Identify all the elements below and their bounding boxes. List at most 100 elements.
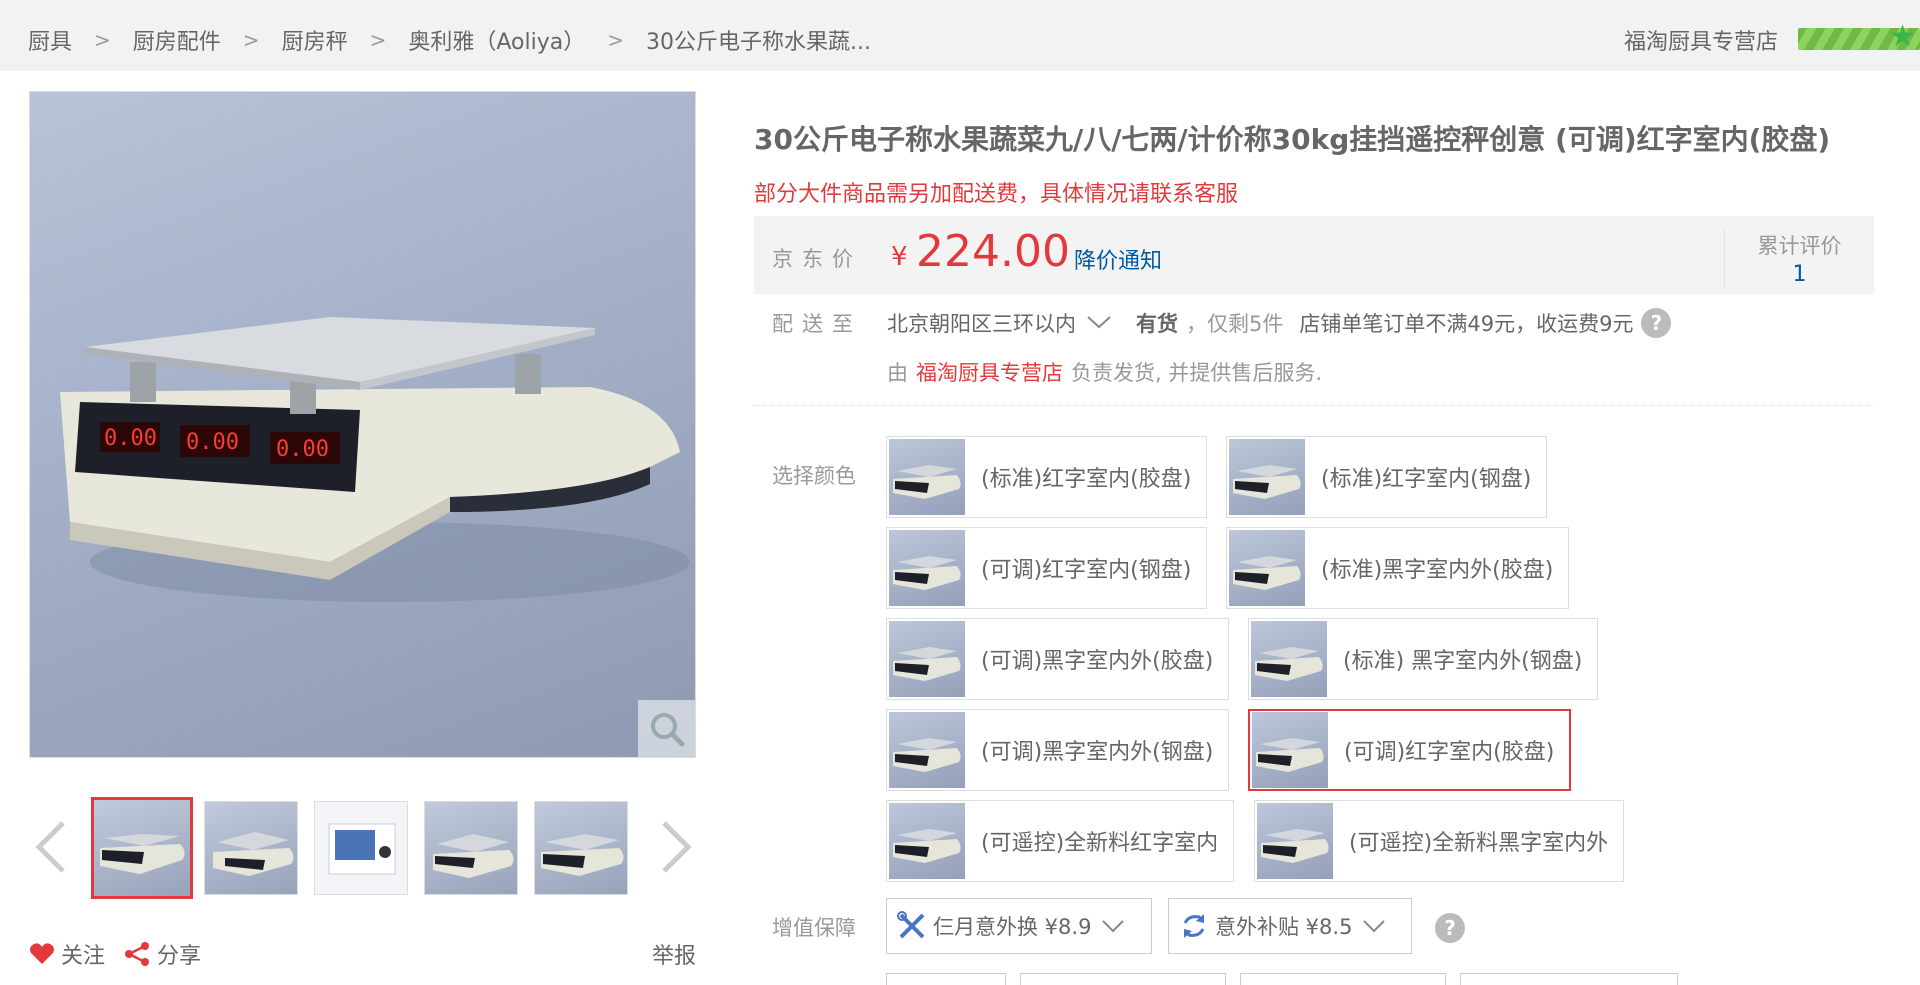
option-thumbnail — [1229, 439, 1305, 515]
partial-option[interactable] — [1240, 973, 1446, 985]
color-option-label: (可遥控)全新料红字室内 — [981, 831, 1219, 856]
chevron-right-icon[interactable] — [656, 817, 696, 877]
refresh-icon — [1179, 911, 1209, 941]
option-thumbnail — [889, 439, 965, 515]
option-thumbnail — [889, 803, 965, 879]
partial-option[interactable] — [1020, 973, 1226, 985]
thumbnail-4[interactable] — [424, 801, 518, 895]
question-icon[interactable]: ? — [1641, 308, 1672, 338]
color-option-label: (可调)黑字室内外(钢盘) — [981, 740, 1214, 765]
reviews-count[interactable]: 1 — [1725, 262, 1874, 287]
breadcrumb-item-kitchenware[interactable]: 厨具 — [28, 24, 72, 56]
address-selector[interactable]: 北京朝阳区三环以内 — [887, 308, 1076, 338]
breadcrumb-item-kitchen-scale[interactable]: 厨房秤 — [282, 24, 348, 56]
review-summary[interactable]: 累计评价 1 — [1724, 230, 1874, 288]
price-drop-notify-link[interactable]: 降价通知 — [1074, 243, 1162, 275]
share-icon — [125, 942, 149, 966]
color-option[interactable]: (可调)红字室内(钢盘) — [886, 527, 1208, 609]
heart-icon — [30, 943, 54, 964]
service-label: 意外补贴 ¥8.5 — [1215, 915, 1353, 939]
freight-note: 店铺单笔订单不满49元，收运费9元 — [1299, 312, 1634, 336]
color-option[interactable]: (可遥控)全新料黑字室内外 — [1254, 800, 1625, 882]
thumbnail-3[interactable] — [314, 801, 408, 895]
color-option[interactable]: (标准)红字室内(胶盘) — [886, 436, 1208, 518]
svg-text:0.00: 0.00 — [186, 430, 239, 455]
main-product-image[interactable]: 0.00 0.00 0.00 — [29, 91, 696, 758]
price-label: 京东价 — [772, 247, 862, 271]
breadcrumb: 厨具 > 厨房配件 > 厨房秤 > 奥利雅（Aoliya） > 30公斤电子称水… — [28, 24, 871, 56]
color-option-selected[interactable]: (可调)红字室内(胶盘) — [1248, 709, 1572, 791]
color-option-label: (可调)黑字室内外(胶盘) — [981, 649, 1214, 674]
value-added-label: 增值保障 — [772, 916, 856, 940]
promo-notice: 部分大件商品需另加配送费，具体情况请联系客服 — [754, 182, 1239, 207]
seller-service-text: 负责发货, 并提供售后服务. — [1071, 361, 1323, 385]
option-thumbnail — [1251, 621, 1327, 697]
follow-label: 关注 — [61, 944, 106, 969]
chevron-left-icon[interactable] — [31, 817, 71, 877]
seller-shop-link[interactable]: 福淘厨具专营店 — [916, 361, 1063, 385]
scale-illustration: 0.00 0.00 0.00 — [60, 317, 690, 602]
magnifier-icon — [650, 712, 684, 746]
star-icon: ★ — [1889, 19, 1916, 54]
follow-button[interactable]: 关注 — [29, 938, 105, 970]
color-option-label: (可调)红字室内(钢盘) — [981, 558, 1192, 583]
reviews-label: 累计评价 — [1757, 234, 1842, 258]
breadcrumb-separator: > — [607, 28, 624, 52]
breadcrumb-item-brand[interactable]: 奥利雅（Aoliya） — [408, 24, 585, 56]
delivery-line: 北京朝阳区三环以内 有货 ，仅剩5件 店铺单笔订单不满49元，收运费9元 ? — [887, 308, 1672, 338]
breadcrumb-item-kitchen-accessories[interactable]: 厨房配件 — [133, 24, 221, 56]
price-box: 京东价 ¥ 224.00 降价通知 累计评价 1 — [754, 216, 1874, 294]
color-option-label: (标准) 黑字室内外(钢盘) — [1343, 649, 1583, 674]
option-thumbnail — [889, 621, 965, 697]
breadcrumb-item-current: 30公斤电子称水果蔬... — [645, 30, 871, 55]
color-option[interactable]: (可遥控)全新料红字室内 — [886, 800, 1235, 882]
color-option-label: (可遥控)全新料黑字室内外 — [1349, 831, 1609, 856]
product-actions: 关注 分享 举报 — [29, 938, 696, 970]
color-option[interactable]: (可调)黑字室内外(钢盘) — [886, 709, 1230, 791]
zoom-button[interactable] — [638, 700, 695, 757]
service-option-replacement[interactable]: 仨月意外换 ¥8.9 — [886, 898, 1152, 954]
shop-name-link[interactable]: 福淘厨具专营店 — [1624, 24, 1778, 56]
color-option[interactable]: (标准)红字室内(钢盘) — [1226, 436, 1548, 518]
thumbnail-1[interactable] — [91, 797, 193, 899]
option-thumbnail — [889, 712, 965, 788]
color-option-label: (标准)红字室内(胶盘) — [981, 467, 1192, 492]
color-option-label: (可调)红字室内(胶盘) — [1344, 740, 1555, 765]
breadcrumb-separator: > — [94, 28, 111, 52]
share-button[interactable]: 分享 — [123, 938, 201, 970]
share-label: 分享 — [157, 944, 202, 969]
partial-option[interactable] — [886, 973, 1006, 985]
service-label: 仨月意外换 ¥8.9 — [933, 915, 1092, 939]
tools-icon — [897, 911, 927, 941]
report-link[interactable]: 举报 — [652, 938, 696, 970]
color-label: 选择颜色 — [772, 464, 856, 488]
color-option-label: (标准)黑字室内外(胶盘) — [1321, 558, 1554, 583]
stock-remaining: ，仅剩5件 — [1186, 312, 1284, 336]
currency-symbol: ¥ — [891, 242, 908, 272]
chevron-down-icon — [1101, 914, 1125, 938]
thumbnail-2[interactable] — [204, 801, 298, 895]
stock-status: 有货 — [1136, 312, 1178, 336]
option-thumbnail — [1252, 712, 1328, 788]
product-title: 30公斤电子称水果蔬菜九/八/七两/计价称30kg挂挡遥控秤创意 (可调)红字室… — [754, 123, 1831, 156]
option-thumbnail — [889, 530, 965, 606]
seller-prefix: 由 — [887, 361, 908, 385]
question-icon[interactable]: ? — [1435, 913, 1465, 943]
service-option-subsidy[interactable]: 意外补贴 ¥8.5 — [1168, 898, 1412, 954]
shop-rating-bar: ★ — [1798, 22, 1920, 52]
delivery-section: 配送至 北京朝阳区三环以内 有货 ，仅剩5件 店铺单笔订单不满49元，收运费9元… — [754, 306, 1874, 406]
color-option[interactable]: (可调)黑字室内外(胶盘) — [886, 618, 1230, 700]
delivery-label: 配送至 — [772, 312, 862, 336]
option-thumbnail — [1229, 530, 1305, 606]
chevron-down-icon[interactable] — [1086, 311, 1112, 335]
partial-option[interactable] — [1460, 973, 1678, 985]
thumbnail-strip — [29, 797, 696, 899]
seller-line: 由福淘厨具专营店 负责发货, 并提供售后服务. — [887, 357, 1322, 387]
color-option[interactable]: (标准)黑字室内外(胶盘) — [1226, 527, 1570, 609]
color-option[interactable]: (标准) 黑字室内外(钢盘) — [1248, 618, 1599, 700]
thumbnail-5[interactable] — [534, 801, 628, 895]
breadcrumb-separator: > — [242, 28, 260, 52]
chevron-down-icon — [1362, 914, 1386, 938]
breadcrumb-separator: > — [369, 28, 387, 52]
option-thumbnail — [1257, 803, 1333, 879]
